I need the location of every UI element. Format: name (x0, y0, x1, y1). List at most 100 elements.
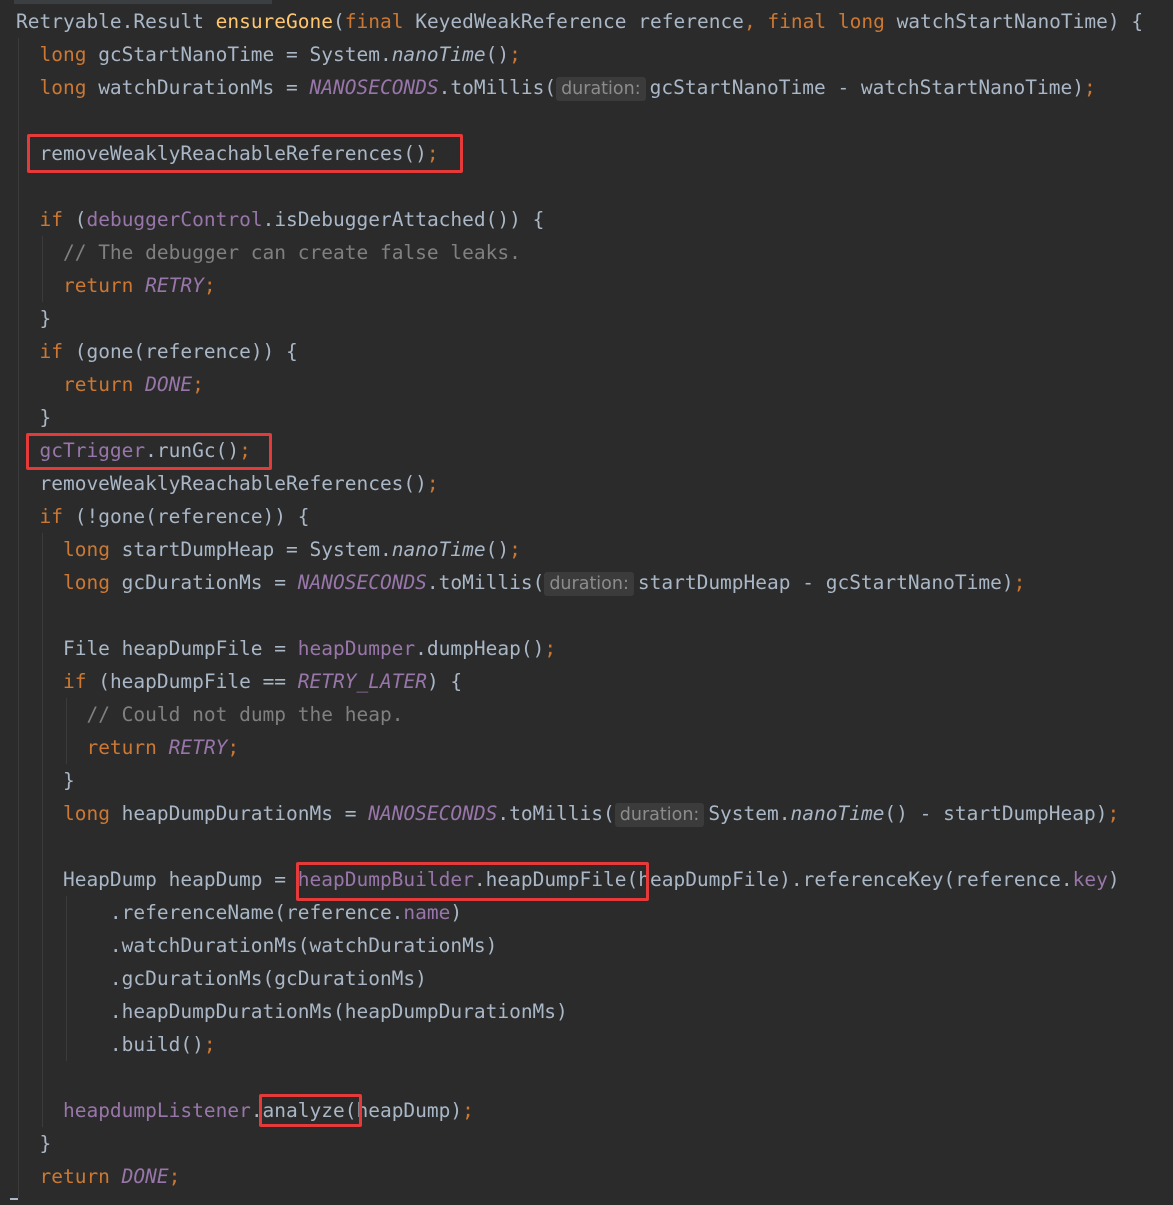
code-token: HeapDump heapDump = (16, 868, 298, 891)
code-token: () (485, 43, 510, 66)
code-token: } (16, 406, 52, 429)
code-token: if (39, 505, 75, 528)
code-token: () - startDumpHeap) (884, 802, 1108, 825)
code-line[interactable]: } (16, 302, 51, 335)
code-token: .heapDumpDurationMs(heapDumpDurationMs) (16, 1000, 568, 1023)
code-line[interactable]: long startDumpHeap = System.nanoTime(); (16, 533, 521, 566)
parameter-hint: duration: (556, 77, 646, 101)
code-token: // The debugger can create false leaks. (62, 241, 521, 264)
code-token: ; (1013, 571, 1026, 594)
code-token: (heapDumpFile == (98, 670, 298, 693)
code-token: gcDurationMs = (121, 571, 298, 594)
code-line[interactable]: long gcDurationMs = NANOSECONDS.toMillis… (16, 566, 1025, 599)
code-token: final long (767, 10, 897, 33)
code-editor[interactable]: Retryable.Result ensureGone(final KeyedW… (0, 0, 1173, 1205)
code-token: ; (509, 538, 521, 561)
code-token: watchStartNanoTime) { (896, 10, 1144, 33)
code-token: () (485, 538, 510, 561)
code-token: .isDebuggerAttached()) { (262, 208, 545, 231)
code-token: DONE (121, 1165, 169, 1188)
code-token: removeWeaklyReachableReferences() (16, 472, 427, 495)
code-line[interactable]: } (16, 401, 51, 434)
code-token: gcStartNanoTime = System. (98, 43, 392, 66)
code-token: final (344, 10, 416, 33)
code-token: if (62, 670, 99, 693)
code-token: DONE (145, 373, 193, 396)
code-line[interactable]: heapdumpListener.analyze(heapDump); (16, 1094, 474, 1127)
code-line[interactable]: return DONE; (16, 368, 204, 401)
code-token: nanoTime (790, 802, 885, 825)
code-token: if (39, 208, 75, 231)
code-token: .toMillis( (438, 76, 557, 99)
parameter-hint: duration: (614, 803, 705, 827)
code-line[interactable]: long watchDurationMs = NANOSECONDS.toMil… (16, 71, 1096, 104)
code-line[interactable]: removeWeaklyReachableReferences(); (16, 467, 438, 500)
editor-tab-edge (14, 0, 272, 4)
parameter-hint: duration: (544, 572, 634, 596)
code-token: ; (203, 1033, 216, 1056)
code-token: ensureGone (215, 10, 333, 33)
code-token: startDumpHeap - gcStartNanoTime) (637, 571, 1014, 594)
code-token: RETRY (145, 274, 204, 297)
code-token: nanoTime (391, 538, 486, 561)
code-token: , (743, 10, 768, 33)
code-token: .toMillis( (497, 802, 615, 825)
code-line[interactable]: return RETRY; (16, 731, 239, 764)
code-line[interactable]: if (heapDumpFile == RETRY_LATER) { (16, 665, 462, 698)
code-token: long (62, 802, 122, 825)
code-token: ; (544, 637, 557, 660)
code-line[interactable]: Retryable.Result ensureGone(final KeyedW… (16, 5, 1143, 38)
code-token: return (62, 373, 146, 396)
code-token: return (39, 1165, 122, 1188)
code-line[interactable]: return RETRY; (16, 269, 216, 302)
code-line[interactable]: long heapDumpDurationMs = NANOSECONDS.to… (16, 797, 1119, 830)
code-token: .watchDurationMs(watchDurationMs) (16, 934, 498, 957)
code-token: ) { (426, 670, 463, 693)
code-token: long (39, 76, 99, 99)
code-line[interactable]: .heapDumpDurationMs(heapDumpDurationMs) (16, 995, 568, 1028)
highlight-heapdumpbuilder (296, 862, 649, 901)
code-line[interactable]: return DONE; (16, 1160, 180, 1193)
highlight-gc-trigger-rungc (26, 433, 272, 470)
code-line[interactable]: if (debuggerControl.isDebuggerAttached()… (16, 203, 544, 236)
code-line[interactable]: } (16, 1127, 51, 1160)
code-line[interactable]: .build(); (16, 1028, 216, 1061)
code-line[interactable]: File heapDumpFile = heapDumper.dumpHeap(… (16, 632, 556, 665)
code-token: } (16, 307, 52, 330)
code-token: .referenceName(reference. (16, 901, 404, 924)
code-token: gcStartNanoTime - watchStartNanoTime) (649, 76, 1084, 99)
code-token: ( (333, 10, 345, 33)
code-token: ( (74, 208, 87, 231)
code-token: RETRY_LATER (297, 670, 427, 693)
code-line[interactable]: if (gone(reference)) { (16, 335, 297, 368)
code-token: ; (1107, 802, 1120, 825)
code-token: key (1072, 868, 1108, 891)
code-token: .toMillis( (426, 571, 545, 594)
code-line[interactable]: .gcDurationMs(gcDurationMs) (16, 962, 427, 995)
code-line[interactable]: } (16, 764, 75, 797)
code-line[interactable]: if (!gone(reference)) { (16, 500, 309, 533)
code-line[interactable]: long gcStartNanoTime = System.nanoTime()… (16, 38, 520, 71)
code-token: // Could not dump the heap. (86, 703, 404, 726)
closing-brace-fragment (0, 1196, 20, 1205)
code-token: startDumpHeap = System. (121, 538, 392, 561)
code-token: RETRY (168, 736, 228, 759)
code-line[interactable]: // Could not dump the heap. (16, 698, 403, 731)
code-token: long (62, 538, 122, 561)
code-line[interactable]: .watchDurationMs(watchDurationMs) (16, 929, 497, 962)
code-line[interactable]: // The debugger can create false leaks. (16, 236, 521, 269)
code-token: KeyedWeakReference reference (415, 10, 744, 33)
